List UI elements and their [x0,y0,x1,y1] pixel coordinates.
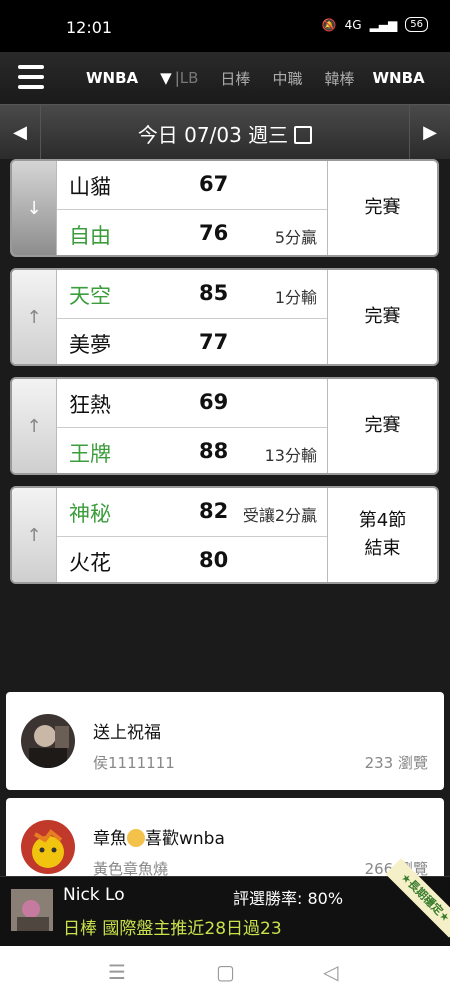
tab-kbo[interactable]: 韓棒 [324,68,354,89]
dropdown-caret-icon[interactable]: ▼ [160,69,172,87]
game-card[interactable]: ↑ 狂熱 69 王牌 88 13分輸 完賽 [10,377,439,475]
team-name: 王牌 [69,442,111,466]
game-status: 第4節結束 [327,488,437,582]
tab-wnba-selected[interactable]: WNBA [86,69,138,87]
status-line-2: 結束 [364,538,401,559]
team-name: 火花 [69,551,111,575]
next-day-button[interactable]: ▶ [409,105,450,159]
handicap-result: 13分輸 [264,446,317,465]
promo-banner[interactable]: Nick Lo 評選勝率: 80% 日棒 國際盤主推近28日過23 ★長期穩定★ [0,858,450,947]
promo-pick: 日棒 國際盤主推近28日過23 [63,919,282,939]
away-row: 自由 76 5分贏 [57,210,327,255]
date-text: 今日 07/03 週三 [137,123,289,147]
post-author: 侯1111111 [93,754,175,772]
home-row: 神秘 82 受讓2分贏 [57,488,327,537]
date-bar: ◀ 今日 07/03 週三 ▶ [0,104,450,159]
team-name: 自由 [69,224,111,248]
team-name: 天空 [69,284,111,308]
date-label[interactable]: 今日 07/03 週三 [0,119,450,148]
away-row: 火花 80 [57,537,327,582]
battery-icon: 56 [405,17,428,32]
team-score: 85 [199,281,229,305]
expand-arrow-icon[interactable]: ↑ [12,270,57,364]
team-name: 神秘 [69,502,111,526]
post-views: 233 瀏覽 [364,754,428,772]
home-row: 天空 85 1分輸 [57,270,327,319]
calendar-icon[interactable] [294,125,313,144]
team-score: 88 [199,439,229,463]
cat-emoji-icon [127,829,145,847]
away-row: 王牌 88 13分輸 [57,428,327,473]
status-line-1: 第4節 [358,510,407,531]
post-title: 送上祝福 [93,723,161,743]
tab-mlb[interactable]: LB [180,69,199,87]
mute-icon: 🔕 [321,17,337,32]
avatar [21,820,75,874]
game-card[interactable]: ↓ 山貓 67 自由 76 5分贏 完賽 [10,159,439,257]
team-score: 77 [199,330,229,354]
expand-arrow-icon[interactable]: ↑ [12,379,57,473]
handicap-result: 5分贏 [274,228,317,247]
team-score: 82 [199,499,229,523]
collapse-arrow-icon[interactable]: ↓ [12,161,57,255]
team-score: 80 [199,548,229,572]
game-status: 完賽 [327,379,437,473]
home-row: 山貓 67 [57,161,327,210]
team-score: 76 [199,221,229,245]
recent-apps-icon[interactable]: ☰ [108,960,126,984]
home-row: 狂熱 69 [57,379,327,428]
signal-icon: ▂▄▆ [369,17,398,32]
game-status: 完賽 [327,270,437,364]
game-status: 完賽 [327,161,437,255]
game-card[interactable]: ↑ 神秘 82 受讓2分贏 火花 80 第4節結束 [10,486,439,584]
team-name: 狂熱 [69,393,111,417]
system-nav-bar: ☰ ▢ ◁ [0,946,450,1000]
tab-wnba[interactable]: WNBA [372,69,424,87]
avatar [11,889,53,931]
away-row: 美夢 77 [57,319,327,364]
tab-cpbl[interactable]: 中職 [272,68,302,89]
team-name: 山貓 [69,175,111,199]
home-icon[interactable]: ▢ [216,960,235,984]
team-score: 67 [199,172,229,196]
handicap-result: 受讓2分贏 [242,506,317,525]
team-score: 69 [199,390,229,414]
promo-name: Nick Lo [63,885,125,905]
league-tabs: WNBA ▼ | LB 日棒 中職 韓棒 WNBA [78,52,450,104]
promo-win-rate: 評選勝率: 80% [233,889,344,908]
game-list: ↓ 山貓 67 自由 76 5分贏 完賽 ↑ 天空 85 1分輸 美夢 77 完… [10,159,439,595]
hamburger-menu-icon[interactable] [18,65,44,89]
avatar [21,714,75,768]
game-card[interactable]: ↑ 天空 85 1分輸 美夢 77 完賽 [10,268,439,366]
post-card[interactable]: 送上祝福 侯1111111 233 瀏覽 [6,692,444,790]
post-title-part: 章魚 [93,829,127,849]
tab-npb[interactable]: 日棒 [220,68,250,89]
post-list: 送上祝福 侯1111111 233 瀏覽 章魚 喜歡wnba 黃色章魚燒 266 … [6,692,444,904]
post-title: 章魚 喜歡wnba [93,824,225,849]
status-bar: 12:01 🔕 4G ▂▄▆ 56 [0,0,450,52]
post-title-part: 喜歡wnba [145,829,225,849]
clock: 12:01 [66,18,113,37]
network-label: 4G [344,17,362,32]
team-name: 美夢 [69,333,111,357]
expand-arrow-icon[interactable]: ↑ [12,488,57,582]
top-nav: WNBA ▼ | LB 日棒 中職 韓棒 WNBA [0,52,450,104]
status-icons: 🔕 4G ▂▄▆ 56 [322,17,428,32]
handicap-result: 1分輸 [274,288,317,307]
back-icon[interactable]: ◁ [323,960,338,984]
